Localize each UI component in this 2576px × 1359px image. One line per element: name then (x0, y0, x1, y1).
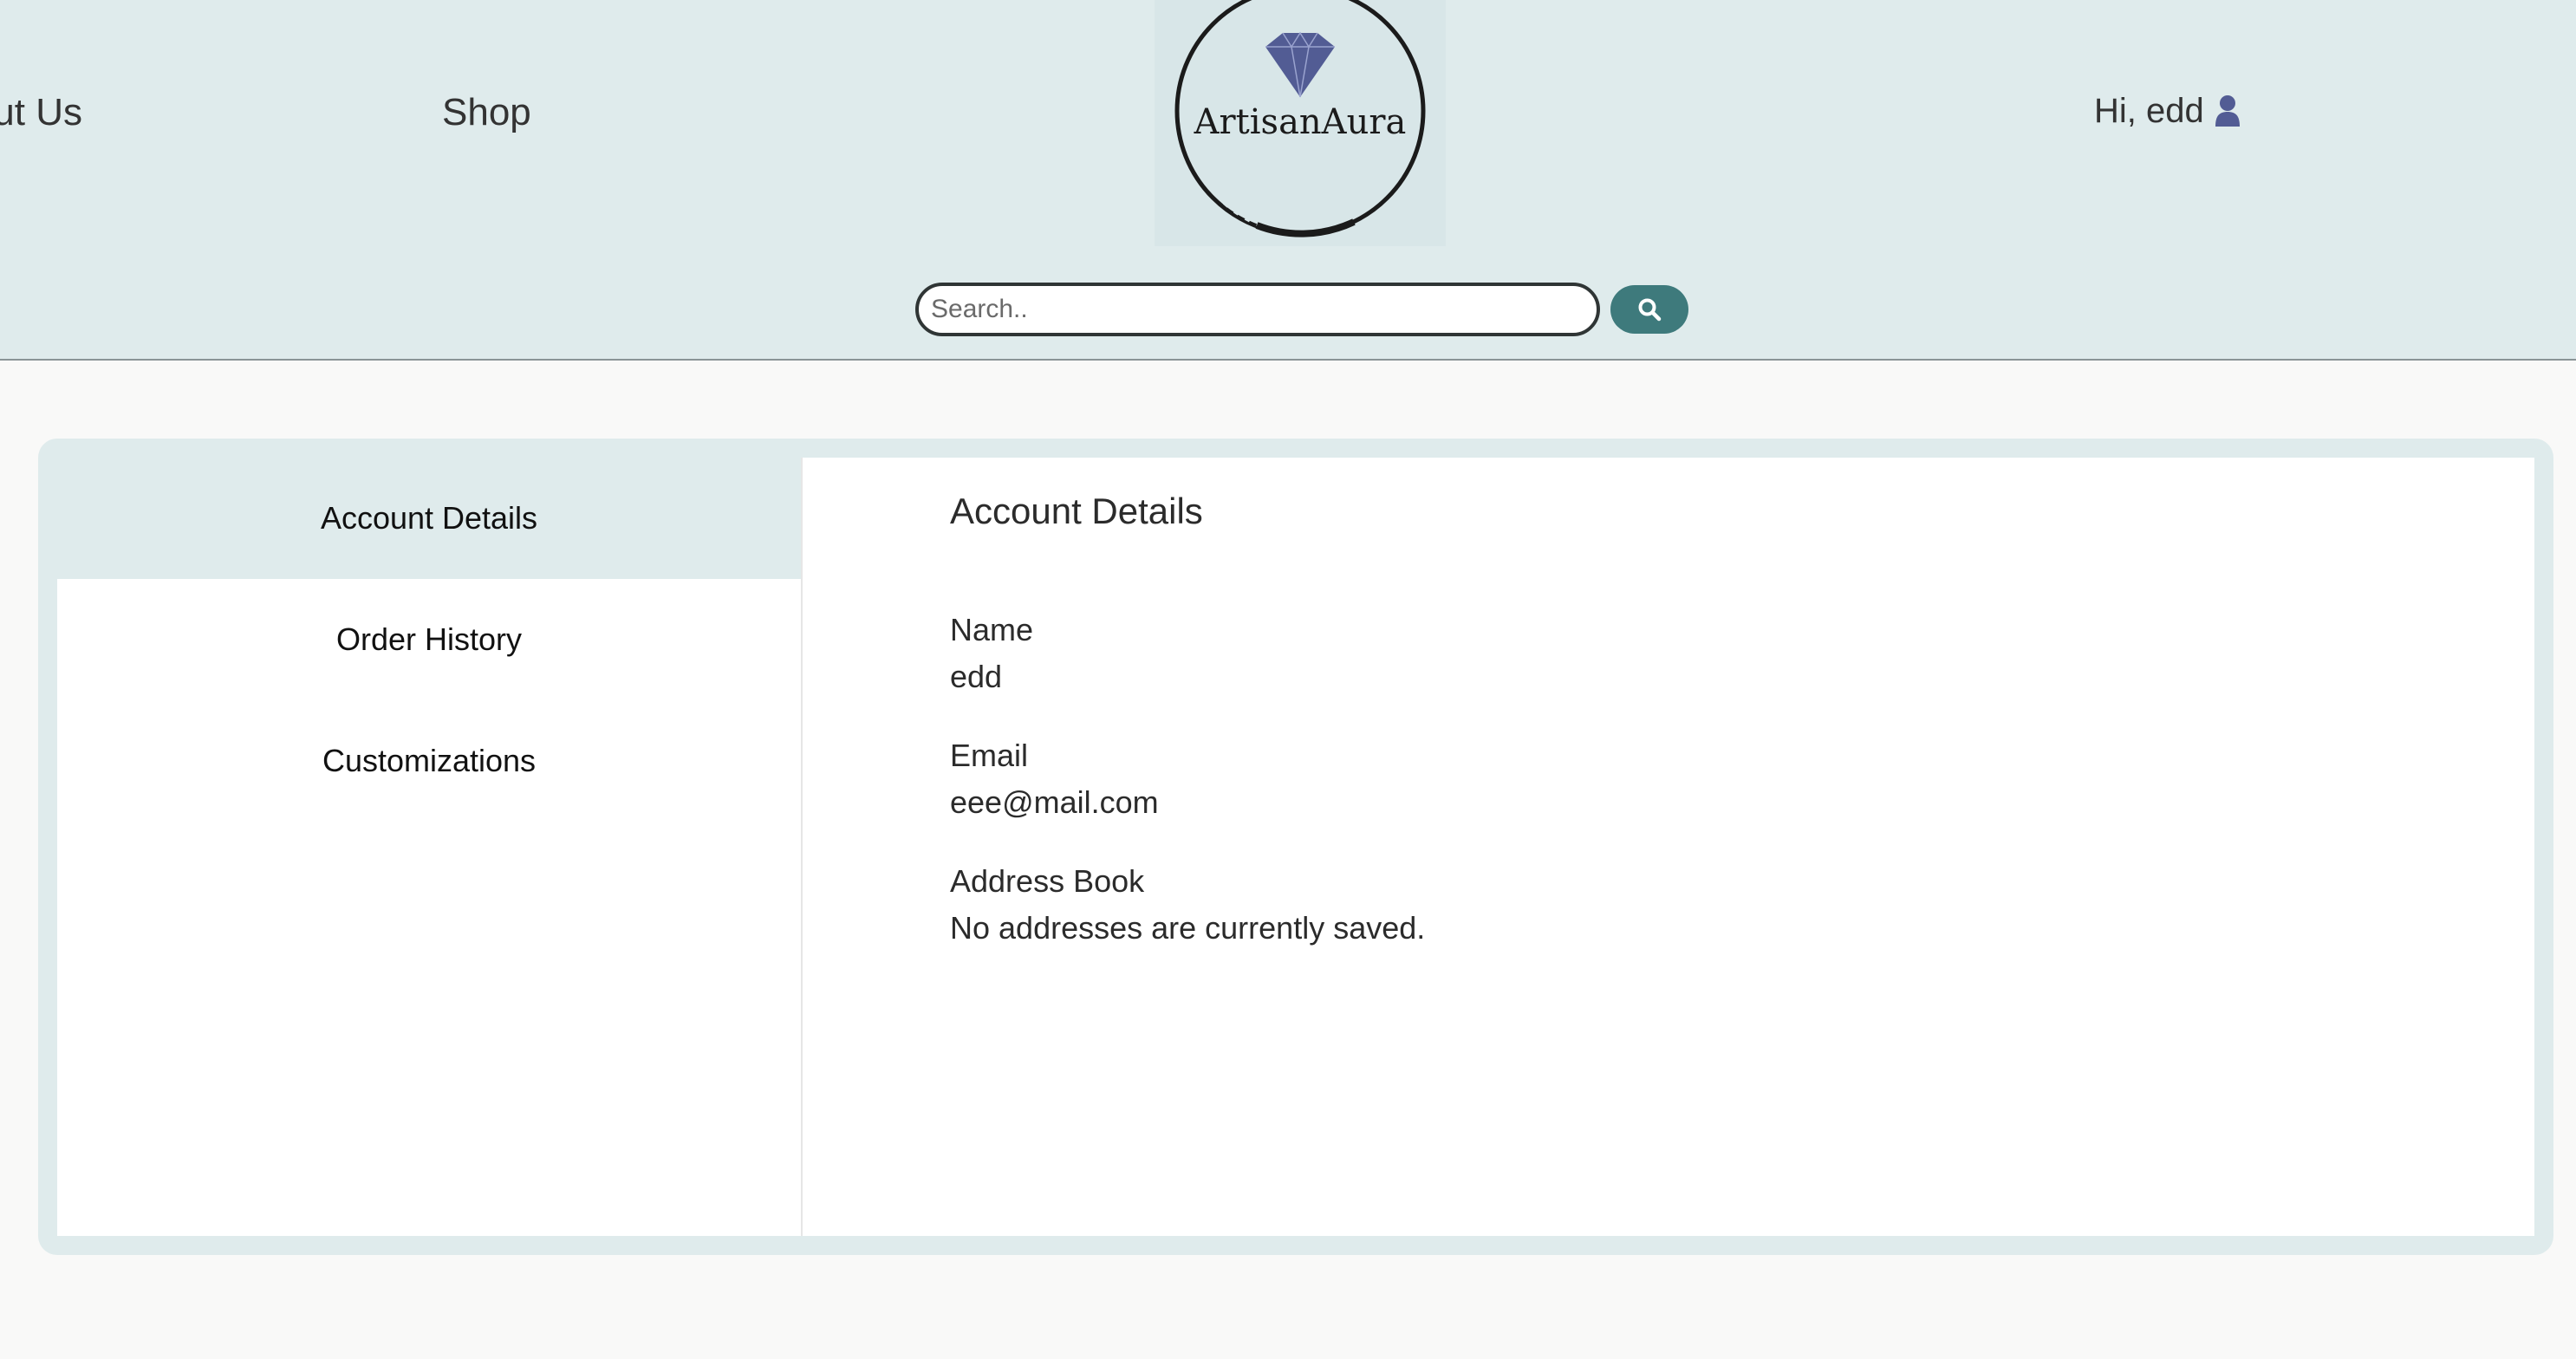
search-button[interactable] (1610, 285, 1688, 334)
search-input[interactable] (915, 283, 1600, 336)
email-field: Email eee@mail.com (950, 732, 1159, 826)
nav-link-shop[interactable]: Shop (442, 87, 531, 139)
address-book-label: Address Book (950, 863, 1145, 899)
sidebar-item-order-history[interactable]: Order History (57, 579, 801, 700)
search-icon (1638, 298, 1662, 322)
name-value: edd (950, 659, 1003, 694)
user-menu[interactable]: Hi, edd (2094, 85, 2241, 137)
page-title: Account Details (950, 491, 1203, 531)
address-book-field: Address Book No addresses are currently … (950, 858, 1425, 952)
email-value: eee@mail.com (950, 784, 1159, 820)
user-greeting-text: Hi, edd (2094, 92, 2204, 130)
sidebar-item-customizations[interactable]: Customizations (57, 700, 801, 822)
account-sidebar: Account Details Order History Customizat… (57, 458, 803, 1236)
user-icon (2215, 95, 2240, 127)
account-details-content: Account Details Name edd Email eee@mail.… (803, 458, 2534, 1236)
address-book-value: No addresses are currently saved. (950, 910, 1426, 946)
sidebar-item-account-details[interactable]: Account Details (57, 458, 801, 579)
name-label: Name (950, 612, 1034, 647)
account-panel: Account Details Order History Customizat… (38, 439, 2553, 1255)
site-header: About Us Shop ArtisanAura Hi, edd (0, 0, 2576, 361)
search-bar (915, 283, 1688, 336)
email-label: Email (950, 738, 1029, 773)
nav-link-about[interactable]: About Us (0, 87, 82, 139)
diamond-icon (1265, 31, 1335, 98)
logo-text: ArtisanAura (1194, 102, 1407, 142)
brand-logo[interactable]: ArtisanAura (1155, 0, 1446, 246)
name-field: Name edd (950, 607, 1033, 700)
